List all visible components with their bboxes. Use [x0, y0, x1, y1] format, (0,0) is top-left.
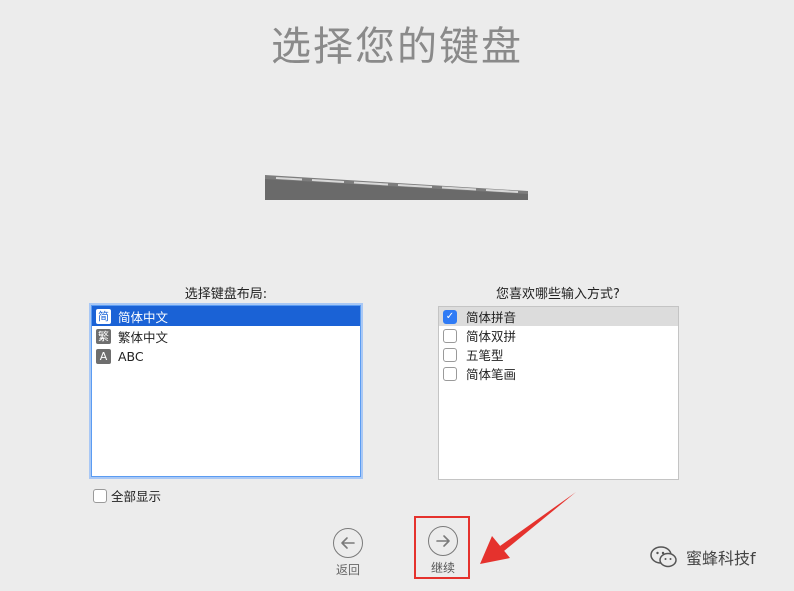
- show-all-checkbox[interactable]: 全部显示: [93, 486, 161, 505]
- page-title: 选择您的键盘: [271, 24, 523, 70]
- layout-item-label: ABC: [118, 348, 144, 364]
- traditional-badge-icon: 繁: [96, 328, 111, 344]
- checkbox-icon[interactable]: [443, 366, 457, 381]
- highlight-box: [414, 516, 470, 579]
- layout-item-simplified-chinese[interactable]: 简 简体中文: [92, 306, 360, 326]
- checkbox-icon[interactable]: [443, 347, 457, 362]
- method-item-label: 简体拼音: [466, 310, 517, 325]
- checkbox-icon[interactable]: [93, 488, 107, 503]
- method-item-shuangpin[interactable]: 简体双拼: [439, 326, 678, 345]
- back-button[interactable]: 返回: [333, 528, 363, 578]
- method-item-pinyin[interactable]: ✓ 简体拼音: [439, 307, 678, 326]
- layout-item-traditional-chinese[interactable]: 繁 繁体中文: [92, 326, 360, 346]
- layout-item-label: 繁体中文: [118, 329, 169, 345]
- abc-badge-icon: A: [96, 348, 111, 364]
- wechat-icon: [650, 546, 677, 568]
- layout-item-label: 简体中文: [118, 309, 169, 325]
- watermark-text: 蜜蜂科技f: [686, 549, 756, 568]
- layout-section-label: 选择键盘布局:: [184, 287, 268, 302]
- checkbox-checked-icon[interactable]: ✓: [443, 309, 457, 324]
- watermark: 蜜蜂科技f: [650, 545, 756, 569]
- method-item-wubi[interactable]: 五笔型: [439, 345, 678, 364]
- simplified-badge-icon: 简: [96, 308, 111, 324]
- method-item-label: 简体笔画: [466, 367, 517, 382]
- layout-item-abc[interactable]: A ABC: [92, 346, 360, 366]
- back-label: 返回: [335, 563, 360, 577]
- keyboard-illustration: [265, 175, 528, 200]
- back-arrow-icon: [333, 528, 363, 558]
- checkbox-icon[interactable]: [443, 328, 457, 343]
- method-item-label: 五笔型: [466, 348, 504, 363]
- method-item-stroke[interactable]: 简体笔画: [439, 364, 678, 383]
- method-section-label: 您喜欢哪些输入方式?: [496, 287, 620, 302]
- method-item-label: 简体双拼: [466, 329, 517, 344]
- keyboard-layout-list[interactable]: 简 简体中文 繁 繁体中文 A ABC: [91, 305, 361, 477]
- input-method-list[interactable]: ✓ 简体拼音 简体双拼 五笔型 简体笔画: [438, 306, 679, 480]
- annotation-arrow-icon: [480, 492, 576, 564]
- show-all-label: 全部显示: [111, 489, 162, 504]
